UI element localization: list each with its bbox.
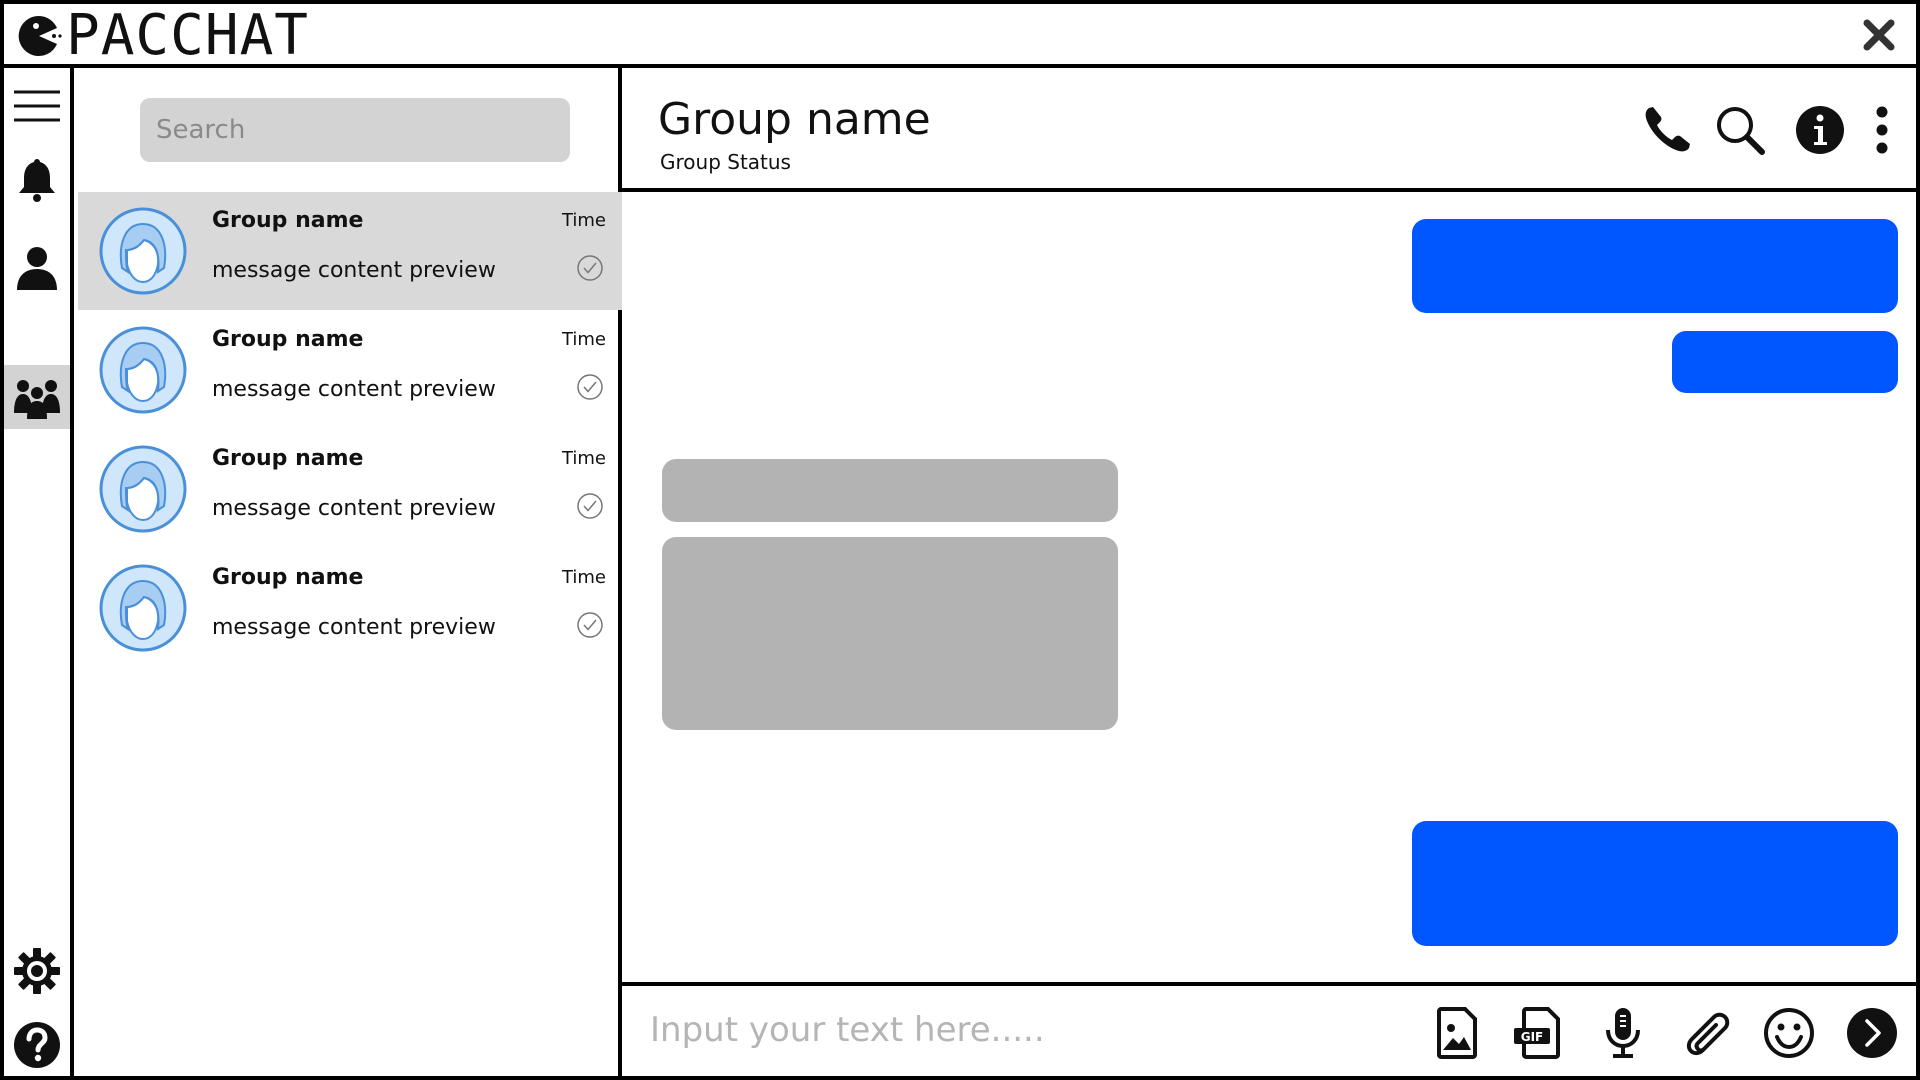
gif-file-icon: GIF	[1514, 1007, 1560, 1059]
group-icon	[14, 380, 60, 419]
chat-item-preview: message content preview	[212, 496, 496, 521]
chat-list-panel: Group name Time message content preview …	[74, 68, 622, 1076]
message-composer: GIF	[622, 982, 1916, 1076]
chat-list-item[interactable]: Group name Time message content preview	[78, 549, 622, 667]
svg-text:GIF: GIF	[1521, 1030, 1544, 1044]
attach-gif-button[interactable]: GIF	[1512, 1006, 1566, 1060]
more-vertical-icon	[1876, 106, 1888, 154]
help-icon	[14, 1022, 60, 1068]
chat-item-time: Time	[561, 567, 606, 588]
send-icon	[1847, 1008, 1897, 1058]
avatar-icon	[99, 564, 187, 652]
chat-item-preview: message content preview	[212, 615, 496, 640]
notifications-button[interactable]	[4, 148, 70, 212]
user-icon	[17, 247, 57, 290]
chat-item-time: Time	[561, 329, 606, 350]
more-options-button[interactable]	[1864, 104, 1900, 156]
incoming-message-bubble[interactable]	[662, 459, 1118, 522]
app-window: PACCHAT Search Group name Time message c…	[0, 0, 1920, 1080]
outgoing-message-bubble[interactable]	[1412, 821, 1898, 946]
search-input[interactable]	[140, 98, 570, 162]
chat-list-item[interactable]: Group name Time message content preview	[78, 311, 622, 429]
attach-file-button[interactable]	[1679, 1006, 1733, 1060]
read-check-icon	[577, 493, 603, 519]
chat-list-item[interactable]: Group name Time message content preview	[78, 430, 622, 548]
groups-button[interactable]	[4, 365, 70, 429]
avatar-icon	[99, 207, 187, 295]
nav-rail	[4, 68, 74, 1076]
emoji-icon	[1764, 1008, 1814, 1058]
message-list	[622, 192, 1916, 982]
info-icon	[1796, 106, 1844, 154]
chat-item-name: Group name	[212, 446, 364, 471]
chat-item-name: Group name	[212, 208, 364, 233]
search-icon	[1717, 107, 1765, 155]
image-file-icon	[1437, 1007, 1477, 1059]
conversation-title: Group name	[658, 94, 931, 145]
phone-icon	[1645, 107, 1690, 152]
paperclip-icon	[1686, 1012, 1730, 1056]
chat-list-item[interactable]: Group name Time message content preview	[78, 192, 622, 310]
conversation-status: Group Status	[660, 150, 791, 174]
menu-icon	[14, 90, 60, 122]
incoming-message-bubble[interactable]	[662, 537, 1118, 730]
chat-item-preview: message content preview	[212, 258, 496, 283]
emoji-button[interactable]	[1762, 1006, 1816, 1060]
chat-item-time: Time	[561, 210, 606, 231]
attach-image-button[interactable]	[1429, 1006, 1483, 1060]
chat-item-name: Group name	[212, 565, 364, 590]
settings-button[interactable]	[4, 939, 70, 1003]
conversation-header: Group name Group Status	[622, 68, 1916, 192]
outgoing-message-bubble[interactable]	[1672, 331, 1898, 393]
pacman-logo-icon	[18, 15, 62, 56]
microphone-icon	[1606, 1008, 1640, 1058]
send-button[interactable]	[1845, 1006, 1899, 1060]
read-check-icon	[577, 612, 603, 638]
chat-item-name: Group name	[212, 327, 364, 352]
close-icon	[1863, 19, 1895, 51]
chat-item-preview: message content preview	[212, 377, 496, 402]
title-bar: PACCHAT	[4, 4, 1916, 68]
read-check-icon	[577, 255, 603, 281]
avatar-icon	[99, 445, 187, 533]
conversation-panel: Group name Group Status Input your text …	[622, 68, 1916, 1076]
app-title: PACCHAT	[66, 3, 310, 68]
app-logo: PACCHAT	[16, 8, 309, 64]
message-input[interactable]	[650, 1000, 1350, 1060]
outgoing-message-bubble[interactable]	[1412, 219, 1898, 313]
bell-icon	[19, 159, 55, 202]
avatar-icon	[99, 326, 187, 414]
voice-message-button[interactable]	[1596, 1006, 1650, 1060]
read-check-icon	[577, 374, 603, 400]
info-button[interactable]	[1794, 104, 1846, 156]
chat-item-time: Time	[561, 448, 606, 469]
contacts-button[interactable]	[4, 236, 70, 300]
search-messages-button[interactable]	[1714, 104, 1766, 156]
call-button[interactable]	[1641, 104, 1693, 156]
menu-button[interactable]	[4, 74, 70, 138]
close-button[interactable]	[1860, 16, 1898, 54]
help-button[interactable]	[4, 1013, 70, 1077]
gear-icon	[14, 948, 60, 994]
